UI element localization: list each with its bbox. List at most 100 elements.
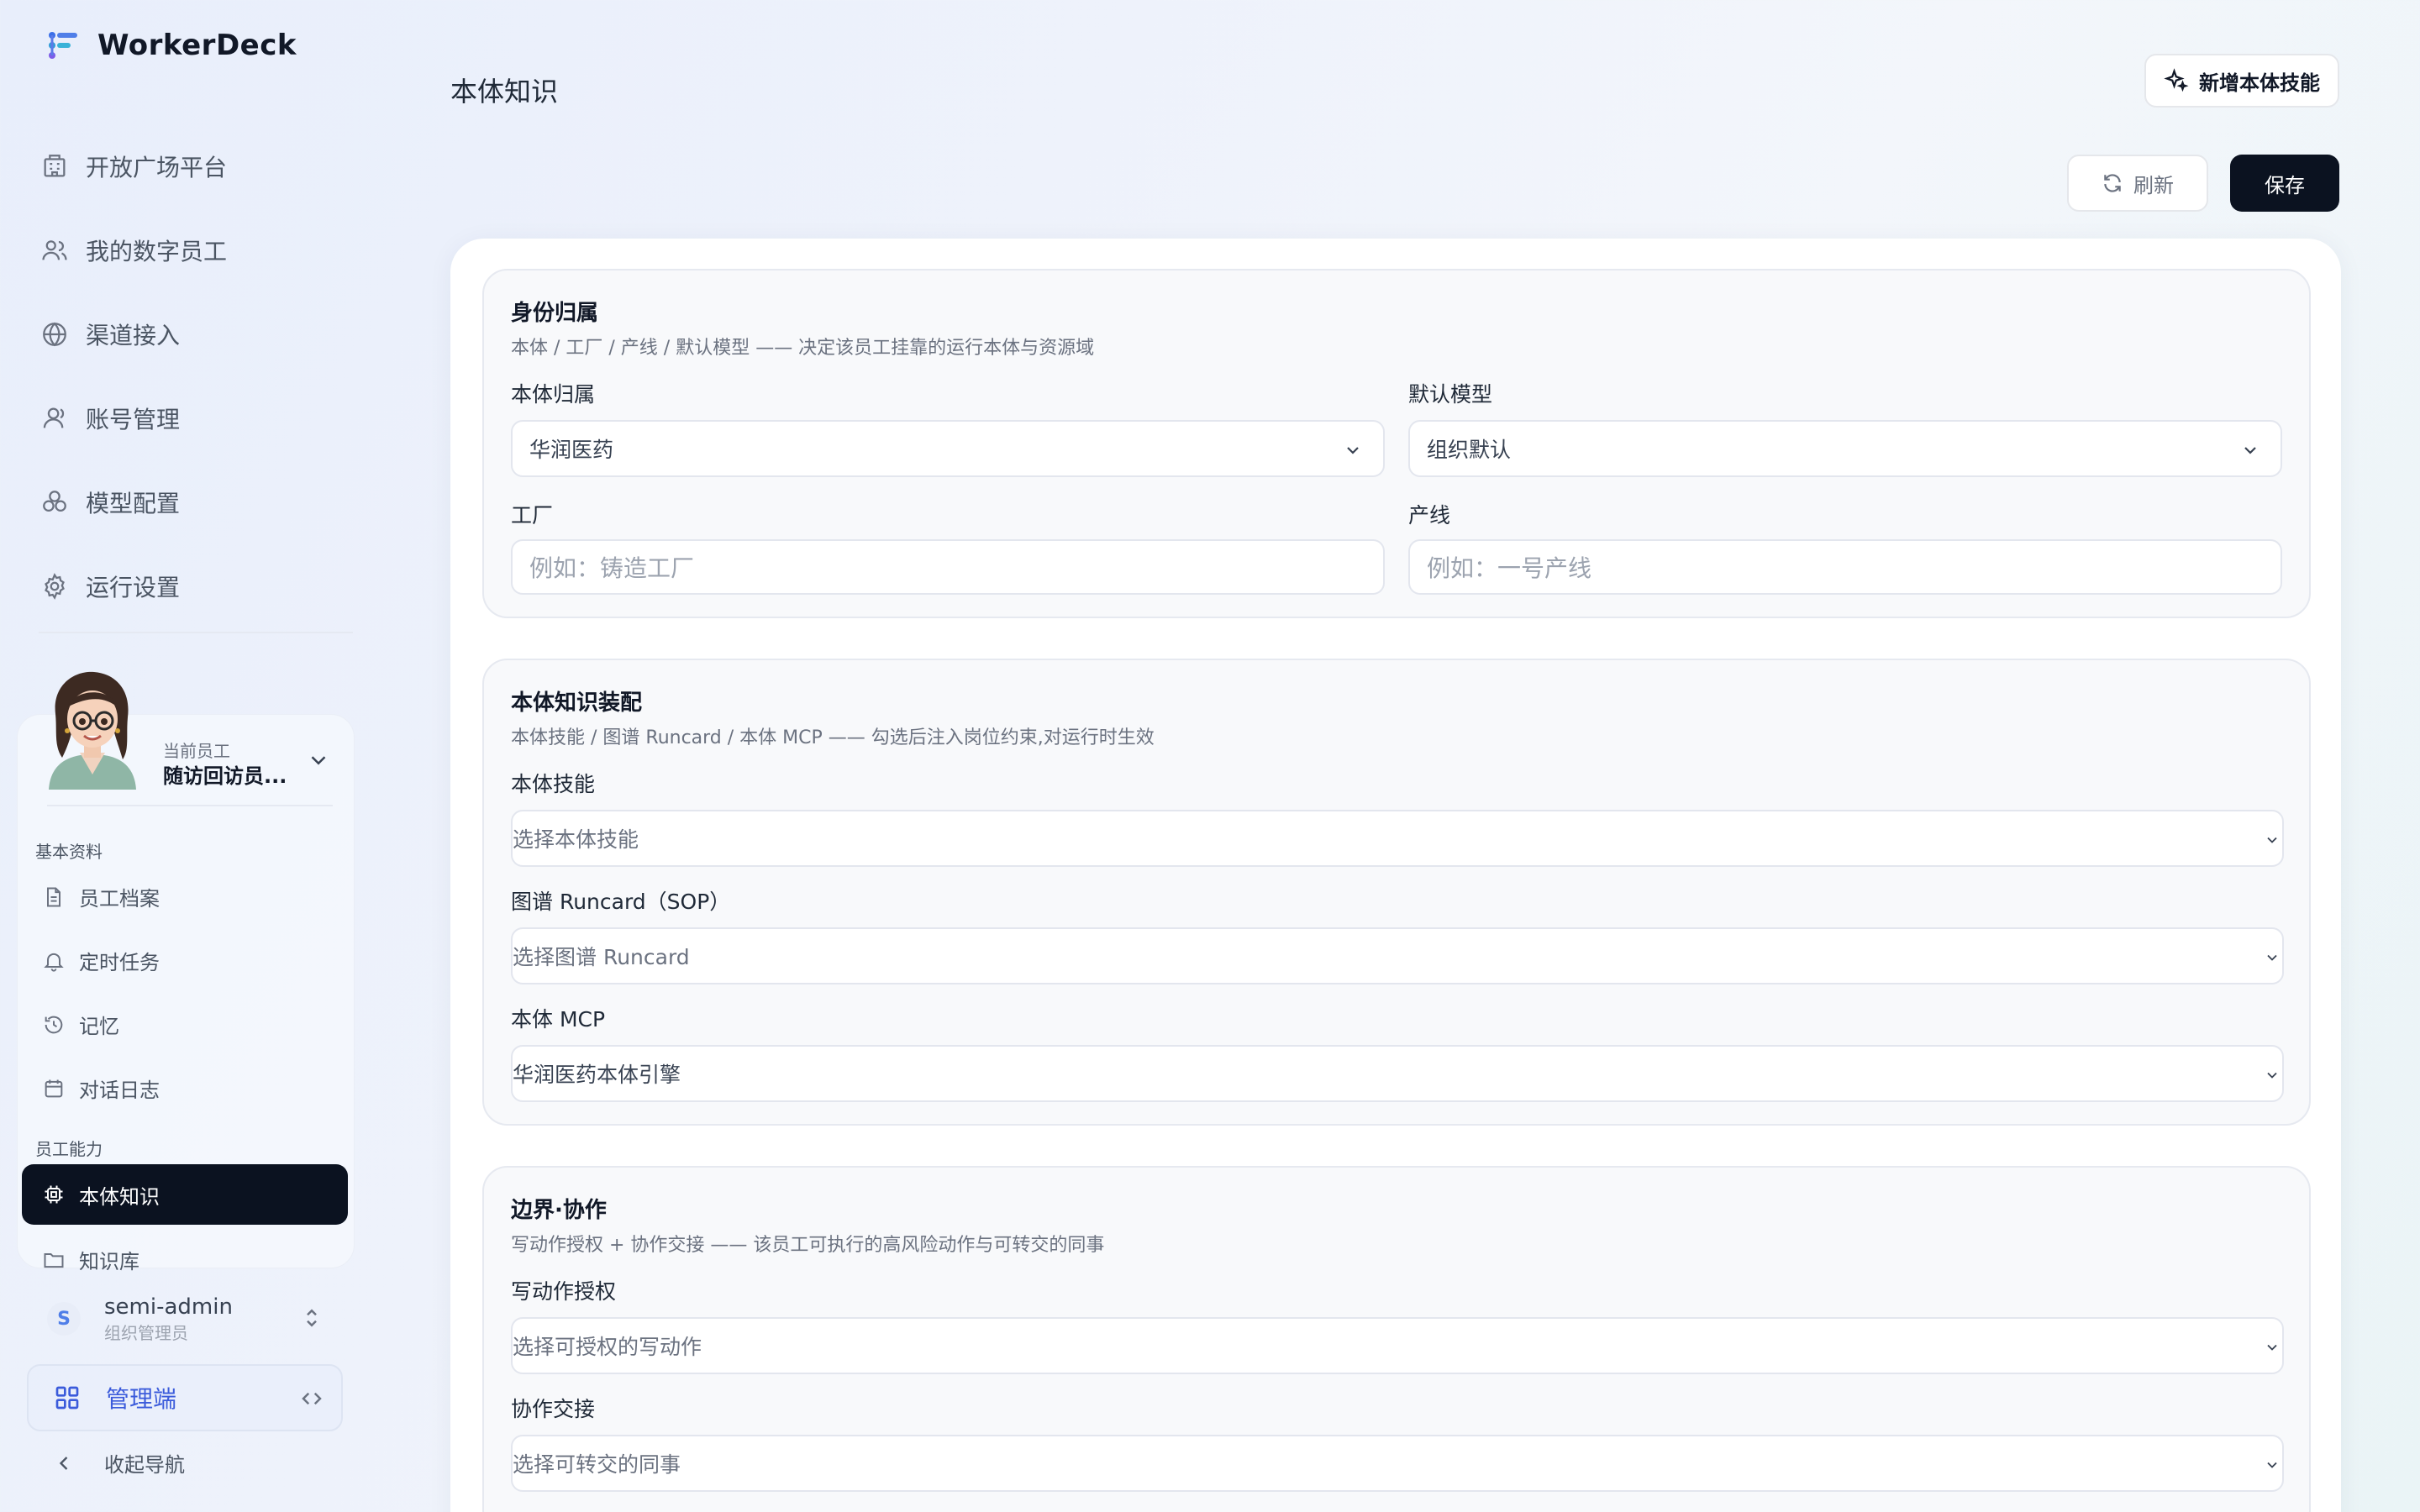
nav-label: 模型配置: [86, 490, 181, 517]
user-switcher[interactable]: S semi-admin 组织管理员: [47, 1294, 333, 1344]
chevron-down-icon: [2267, 1072, 2277, 1079]
factory-input[interactable]: 例如：铸造工厂: [511, 539, 1385, 595]
document-icon: [47, 887, 60, 906]
field-label: 本体 MCP: [511, 1007, 606, 1032]
ontology-knowledge-section: 本体知识装配 本体技能 / 图谱 Runcard / 本体 MCP —— 勾选后…: [482, 659, 2311, 1126]
chip-icon: [45, 1185, 63, 1204]
select-placeholder: 选择可授权的写动作: [513, 1335, 702, 1359]
building-icon: [44, 155, 66, 177]
bell-icon: [44, 953, 64, 972]
grid-icon: [55, 1386, 79, 1410]
chevron-down-icon[interactable]: [306, 748, 331, 773]
sparkle-icon: [2164, 68, 2189, 92]
chevron-left-icon: [59, 1456, 68, 1470]
user-name: semi-admin: [104, 1294, 233, 1320]
employee-divider: [47, 805, 333, 806]
content-card: 身份归属 本体 / 工厂 / 产线 / 默认模型 —— 决定该员工挂靠的运行本体…: [450, 239, 2341, 1512]
history-icon: [45, 1016, 63, 1033]
add-ontology-skill-label: 新增本体技能: [2199, 71, 2320, 95]
chevron-down-icon: [2267, 1344, 2277, 1351]
sidebar: WorkerDeck 开放广场平台 我的数字员工 渠道接入 账号管理 模型配置 …: [0, 0, 370, 1512]
write-action-select[interactable]: 选择可授权的写动作: [511, 1317, 2284, 1374]
section-label-basic: 基本资料: [35, 842, 103, 862]
sidebar-item-chat-logs[interactable]: 对话日志: [42, 1074, 160, 1103]
nav-label: 我的数字员工: [86, 238, 228, 265]
collapse-nav-button[interactable]: 收起导航: [52, 1448, 185, 1478]
admin-console-button[interactable]: 管理端: [27, 1364, 343, 1431]
nav-label: 运行设置: [86, 574, 181, 601]
section-label-ability: 员工能力: [35, 1139, 103, 1159]
ontology-select[interactable]: 华润医药: [511, 420, 1385, 477]
nav-item-model-config[interactable]: 模型配置: [39, 460, 350, 544]
default-model-select[interactable]: 组织默认: [1408, 420, 2282, 477]
sidebar-item-memory[interactable]: 记忆: [42, 1010, 119, 1039]
save-button[interactable]: 保存: [2230, 155, 2339, 212]
sidebar-divider: [39, 632, 353, 633]
sidebar-item-ontology-knowledge[interactable]: 本体知识: [22, 1164, 348, 1225]
field-label: 默认模型: [1408, 382, 1493, 407]
chevron-down-icon: [2244, 447, 2256, 454]
collapse-label: 收起导航: [104, 1453, 185, 1477]
nav-label: 开放广场平台: [86, 154, 228, 181]
nav-item-my-employees[interactable]: 我的数字员工: [39, 208, 350, 292]
user-role: 组织管理员: [104, 1322, 188, 1343]
add-ontology-skill-button[interactable]: 新增本体技能: [2144, 54, 2339, 108]
select-placeholder: 选择本体技能: [513, 827, 639, 852]
gear-icon: [45, 573, 65, 600]
field-label: 协作交接: [511, 1397, 596, 1421]
handoff-select[interactable]: 选择可转交的同事: [511, 1435, 2284, 1492]
section-description: 写动作授权 + 协作交接 —— 该员工可执行的高风险动作与可转交的同事: [511, 1235, 1105, 1256]
nav-item-accounts[interactable]: 账号管理: [39, 376, 350, 460]
section-description: 本体技能 / 图谱 Runcard / 本体 MCP —— 勾选后注入岗位约束,…: [511, 727, 1155, 748]
section-description: 本体 / 工厂 / 产线 / 默认模型 —— 决定该员工挂靠的运行本体与资源域: [511, 338, 1095, 359]
nav-item-open-plaza[interactable]: 开放广场平台: [39, 124, 350, 208]
chevron-up-down-icon[interactable]: [299, 1305, 324, 1331]
ontology-mcp-select[interactable]: 华润医药本体引擎: [511, 1045, 2284, 1102]
folder-icon: [44, 1252, 64, 1268]
select-placeholder: 选择图谱 Runcard: [513, 945, 690, 969]
chevron-down-icon: [2267, 837, 2277, 843]
nav-label: 渠道接入: [86, 322, 181, 349]
section-title: 边界·协作: [511, 1198, 607, 1223]
select-value: 华润医药: [529, 438, 614, 462]
employee-label: 当前员工: [163, 741, 230, 761]
select-value: 组织默认: [1427, 438, 1512, 462]
calendar-icon: [45, 1079, 63, 1097]
page-title: 本体知识: [450, 76, 559, 108]
field-label: 写动作授权: [511, 1279, 617, 1304]
refresh-icon: [2104, 174, 2121, 192]
employee-avatar[interactable]: [34, 665, 151, 790]
code-icon: [302, 1392, 322, 1405]
nav-item-channels[interactable]: 渠道接入: [39, 292, 350, 376]
select-placeholder: 选择可转交的同事: [513, 1452, 681, 1477]
user-icon: [43, 407, 65, 428]
production-line-input[interactable]: 例如：一号产线: [1408, 539, 2282, 595]
nav-label: 账号管理: [86, 406, 181, 433]
identity-section: 身份归属 本体 / 工厂 / 产线 / 默认模型 —— 决定该员工挂靠的运行本体…: [482, 269, 2311, 618]
ontology-skills-select[interactable]: 选择本体技能: [511, 810, 2284, 867]
user-avatar: S: [47, 1302, 81, 1336]
sidebar-item-label: 员工档案: [79, 887, 160, 911]
field-label: 本体归属: [511, 382, 596, 407]
sidebar-item-profile[interactable]: 员工档案: [42, 882, 160, 911]
brand[interactable]: WorkerDeck: [47, 29, 297, 62]
main-nav: 开放广场平台 我的数字员工 渠道接入 账号管理 模型配置 运行设置: [39, 124, 350, 628]
employee-name[interactable]: 随访回访员...: [163, 759, 289, 789]
sidebar-item-scheduled-tasks[interactable]: 定时任务: [42, 946, 160, 975]
globe-icon: [43, 322, 66, 347]
brand-name: WorkerDeck: [97, 29, 297, 62]
select-value: 华润医药本体引擎: [513, 1063, 681, 1087]
sidebar-item-knowledge-base[interactable]: 知识库: [42, 1245, 139, 1274]
nav-item-run-settings[interactable]: 运行设置: [39, 544, 350, 628]
sidebar-item-label: 对话日志: [79, 1079, 160, 1102]
runcard-select[interactable]: 选择图谱 Runcard: [511, 927, 2284, 984]
sidebar-item-label: 本体知识: [79, 1184, 160, 1209]
section-title: 本体知识装配: [511, 690, 643, 716]
refresh-button[interactable]: 刷新: [2067, 155, 2208, 212]
field-label: 本体技能: [511, 772, 596, 796]
admin-label: 管理端: [106, 1385, 177, 1413]
sidebar-item-label: 记忆: [79, 1015, 119, 1038]
chevron-down-icon: [2267, 954, 2277, 961]
boundary-collaboration-section: 边界·协作 写动作授权 + 协作交接 —— 该员工可执行的高风险动作与可转交的同…: [482, 1166, 2311, 1512]
sidebar-item-label: 知识库: [79, 1250, 139, 1273]
